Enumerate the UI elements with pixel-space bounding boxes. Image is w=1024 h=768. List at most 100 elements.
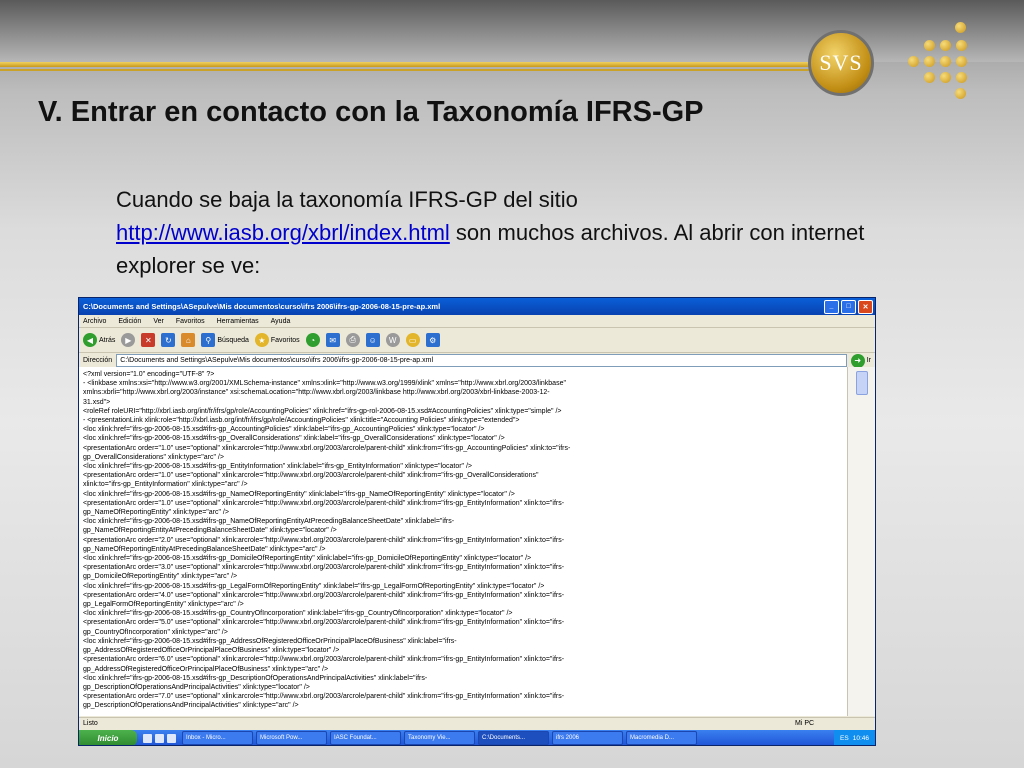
task-button[interactable]: IASC Foundat...: [330, 731, 401, 745]
menu-bar: Archivo Edición Ver Favoritos Herramient…: [79, 315, 875, 328]
xml-line: <loc xlink:href="ifrs-gp-2006-08-15.xsd#…: [83, 490, 515, 498]
task-button[interactable]: Microsoft Pow...: [256, 731, 327, 745]
menu-favoritos[interactable]: Favoritos: [176, 318, 205, 325]
go-button[interactable]: ➜ Ir: [850, 353, 871, 368]
xml-line: gp_NameOfReportingEntity" xlink:type="ar…: [83, 509, 229, 517]
menu-edicion[interactable]: Edición: [118, 318, 141, 325]
mail-icon[interactable]: ✉: [325, 333, 340, 347]
favorites-button[interactable]: ★ Favoritos: [254, 333, 300, 347]
gold-divider-thin: [0, 69, 830, 71]
xml-line: gp_DomicileOfReportingEntity" xlink:type…: [83, 573, 238, 581]
xml-line: <presentationArc order="3.0" use="option…: [83, 564, 565, 572]
xml-line: 31.xsd">: [83, 398, 111, 406]
star-icon: ★: [254, 333, 269, 347]
slide-title: V. Entrar en contacto con la Taxonomía I…: [38, 96, 704, 128]
xml-line: <presentationArc order="1.0" use="option…: [83, 444, 571, 452]
window-titlebar: C:\Documents and Settings\ASepulve\Mis d…: [79, 298, 875, 315]
folder-icon[interactable]: ▭: [405, 333, 420, 347]
menu-ayuda[interactable]: Ayuda: [271, 318, 291, 325]
slide-paragraph: Cuando se baja la taxonomía IFRS-GP del …: [116, 183, 876, 282]
task-button-active[interactable]: C:\Documents...: [478, 731, 549, 745]
xml-line: <loc xlink:href="ifrs-gp-2006-08-15.xsd#…: [83, 674, 428, 682]
xml-line: gp_NameOfReportingEntityAtPrecedingBalan…: [83, 545, 326, 553]
xml-line: <presentationArc order="5.0" use="option…: [83, 619, 565, 627]
back-label: Atrás: [99, 336, 116, 344]
xml-line: <presentationArc order="4.0" use="option…: [83, 591, 565, 599]
xml-line: <presentationArc order="1.0" use="option…: [83, 472, 539, 480]
messenger-icon[interactable]: ☺: [365, 333, 380, 347]
xml-line: gp_AddressOfRegisteredOfficeOrPrincipalP…: [83, 665, 329, 673]
search-button[interactable]: ⚲ Búsqueda: [201, 333, 249, 347]
quicklaunch-icon[interactable]: [167, 733, 176, 743]
xml-line: gp_CountryOfIncorporation" xlink:type="a…: [83, 628, 228, 636]
go-arrow-icon: ➜: [850, 353, 865, 368]
xml-line: <presentationArc order="1.0" use="option…: [83, 499, 565, 507]
logo-text: SVS: [819, 50, 863, 75]
taskbar: Inicio Inbox - Micro... Microsoft Pow...…: [79, 730, 875, 745]
xml-line: <loc xlink:href="ifrs-gp-2006-08-15.xsd#…: [83, 463, 473, 471]
task-button[interactable]: Taxonomy Vie...: [404, 731, 475, 745]
xml-line: <loc xlink:href="ifrs-gp-2006-08-15.xsd#…: [83, 435, 505, 443]
status-text: Listo: [83, 720, 98, 727]
toolbar: ◀ Atrás ▶ ✕ ↻ ⌂ ⚲ Búsqueda ★ Favoritos ◔ ✉ …: [79, 328, 875, 353]
system-tray: ES 10:46: [834, 730, 875, 745]
xml-line: <loc xlink:href="ifrs-gp-2006-08-15.xsd#…: [83, 555, 532, 563]
language-indicator[interactable]: ES: [840, 735, 849, 742]
address-input[interactable]: C:\Documents and Settings\ASepulve\Mis d…: [116, 354, 847, 367]
history-icon[interactable]: ◔: [305, 333, 320, 347]
task-button[interactable]: ifrs 2006: [552, 731, 623, 745]
print-icon[interactable]: ⎙: [345, 333, 360, 347]
xml-line: <loc xlink:href="ifrs-gp-2006-08-15.xsd#…: [83, 637, 457, 645]
window-title: C:\Documents and Settings\ASepulve\Mis d…: [83, 302, 441, 311]
iasb-link[interactable]: http://www.iasb.org/xbrl/index.html: [116, 220, 450, 245]
tools-icon[interactable]: ⚙: [425, 333, 440, 347]
stop-icon[interactable]: ✕: [141, 333, 156, 347]
status-bar: Listo Mi PC: [79, 717, 875, 729]
xml-line: <presentationArc order="6.0" use="option…: [83, 656, 565, 664]
gold-divider: [0, 62, 830, 67]
address-label: Dirección: [83, 357, 113, 364]
start-button[interactable]: Inicio: [79, 730, 137, 745]
xml-line: <loc xlink:href="ifrs-gp-2006-08-15.xsd#…: [83, 518, 455, 526]
xml-line: gp_AddressOfRegisteredOfficeOrPrincipalP…: [83, 647, 340, 655]
clock: 10:46: [852, 734, 869, 742]
xml-line: <loc xlink:href="ifrs-gp-2006-08-15.xsd#…: [83, 426, 485, 434]
xml-content: <?xml version="1.0" encoding="UTF-8" ?> -…: [79, 367, 847, 716]
menu-herramientas[interactable]: Herramientas: [217, 318, 259, 325]
close-button[interactable]: ✕: [858, 299, 873, 314]
xml-line: gp_NameOfReportingEntityAtPrecedingBalan…: [83, 527, 337, 535]
xml-line: gp_OverallConsiderations" xlink:type="ar…: [83, 453, 224, 461]
xml-line: <presentationArc order="2.0" use="option…: [83, 536, 565, 544]
back-button[interactable]: ◀ Atrás: [83, 333, 115, 347]
search-label: Búsqueda: [217, 336, 249, 344]
menu-ver[interactable]: Ver: [153, 318, 164, 325]
xml-line: gp_DescriptionOfOperationsAndPrincipalAc…: [83, 702, 299, 710]
quick-launch: [137, 733, 182, 743]
minimize-button[interactable]: _: [824, 299, 839, 314]
vertical-scrollbar[interactable]: [847, 367, 875, 716]
browser-screenshot: C:\Documents and Settings\ASepulve\Mis d…: [78, 297, 876, 746]
xml-line: xlink:to="ifrs-gp_EntityInformation" xli…: [83, 481, 248, 489]
maximize-button[interactable]: □: [841, 299, 856, 314]
back-arrow-icon: ◀: [83, 333, 97, 347]
svs-logo: SVS: [808, 30, 874, 96]
xml-line: - <presentationLink xlink:role="http://x…: [83, 417, 520, 425]
home-icon[interactable]: ⌂: [181, 333, 196, 347]
xml-line: <roleRef roleURI="http://xbrl.iasb.org/i…: [83, 407, 562, 415]
para-text-1: Cuando se baja la taxonomía IFRS-GP del …: [116, 187, 578, 212]
forward-arrow-icon[interactable]: ▶: [121, 333, 136, 347]
favorites-label: Favoritos: [270, 336, 300, 344]
quicklaunch-icon[interactable]: [143, 733, 152, 743]
xml-line: <?xml version="1.0" encoding="UTF-8" ?>: [83, 371, 215, 378]
search-icon: ⚲: [201, 333, 216, 347]
xml-line: <presentationArc order="7.0" use="option…: [83, 693, 565, 701]
status-zone: Mi PC: [795, 720, 815, 727]
xml-line: gp_DescriptionOfOperationsAndPrincipalAc…: [83, 683, 310, 691]
edit-icon[interactable]: W: [385, 333, 400, 347]
refresh-icon[interactable]: ↻: [161, 333, 176, 347]
quicklaunch-icon[interactable]: [155, 733, 164, 743]
menu-archivo[interactable]: Archivo: [83, 318, 106, 325]
task-button[interactable]: Macromedia D...: [626, 731, 697, 745]
scroll-thumb[interactable]: [856, 371, 868, 395]
task-button[interactable]: Inbox - Micro...: [182, 731, 253, 745]
